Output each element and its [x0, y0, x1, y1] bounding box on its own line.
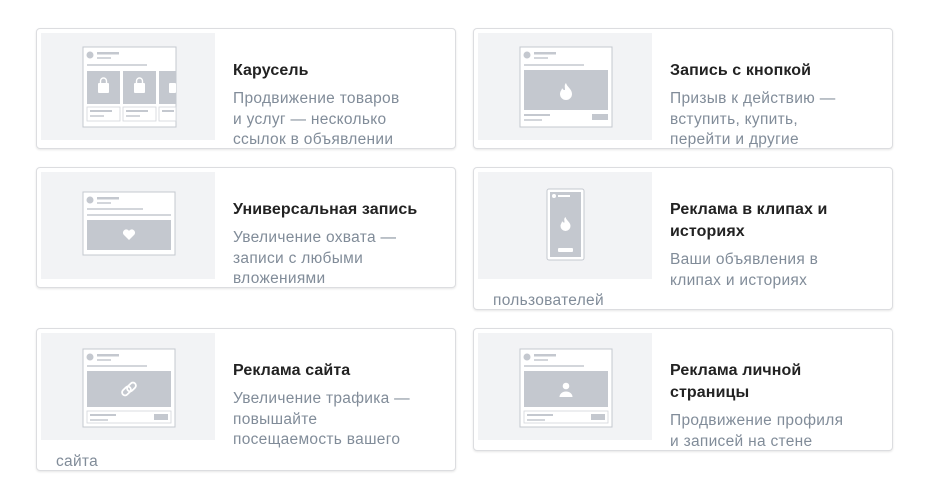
ad-format-card-universal-post[interactable]: Универсальная запись Увеличение охвата —…: [36, 167, 456, 288]
universal-post-preview-thumbnail: [41, 172, 215, 279]
personal-page-preview-thumbnail: [478, 333, 652, 440]
ad-format-card-post-with-button[interactable]: Запись с кнопкой Призыв к действию — вст…: [473, 28, 893, 149]
card-title: Запись с кнопкой: [670, 62, 812, 79]
ad-format-card-clips-and-stories[interactable]: Реклама в клипах и историях Ваши объявле…: [473, 167, 893, 310]
card-description: Ваши объявления в клипах и историях: [670, 251, 819, 289]
card-title: Карусель: [233, 62, 309, 79]
website-ads-mockup: [82, 348, 176, 428]
card-title: Реклама личной страницы: [670, 362, 802, 401]
carousel-preview-thumbnail: [41, 33, 215, 140]
post-with-button-preview-thumbnail: [478, 33, 652, 140]
website-ads-preview-thumbnail: [41, 333, 215, 440]
clips-stories-mockup: [546, 188, 585, 261]
carousel-mockup: [82, 46, 177, 128]
card-description: Продвижение товаров и услуг — несколько …: [233, 90, 400, 148]
card-title: Универсальная запись: [233, 201, 418, 218]
ad-format-card-website-ads[interactable]: Реклама сайта Увеличение трафика — повыш…: [36, 328, 456, 471]
card-description-overflow: сайта: [56, 453, 99, 470]
card-description: Призыв к действию — вступить, купить, пе…: [670, 90, 836, 148]
card-title: Реклама сайта: [233, 362, 351, 379]
clips-stories-preview-thumbnail: [478, 172, 652, 279]
ad-format-card-carousel[interactable]: Карусель Продвижение товаров и услуг — н…: [36, 28, 456, 149]
post-with-button-mockup: [519, 46, 613, 128]
universal-post-mockup: [82, 191, 176, 256]
card-description: Увеличение трафика — повышайте посещаемо…: [233, 390, 410, 448]
card-description-overflow: пользователей: [493, 292, 604, 309]
ad-format-card-personal-page[interactable]: Реклама личной страницы Продвижение проф…: [473, 328, 893, 451]
card-description: Увеличение охвата — записи с любыми влож…: [233, 229, 397, 287]
card-title: Реклама в клипах и историях: [670, 201, 828, 240]
personal-page-mockup: [519, 348, 613, 428]
card-description: Продвижение профиля и записей на стене: [670, 412, 844, 450]
